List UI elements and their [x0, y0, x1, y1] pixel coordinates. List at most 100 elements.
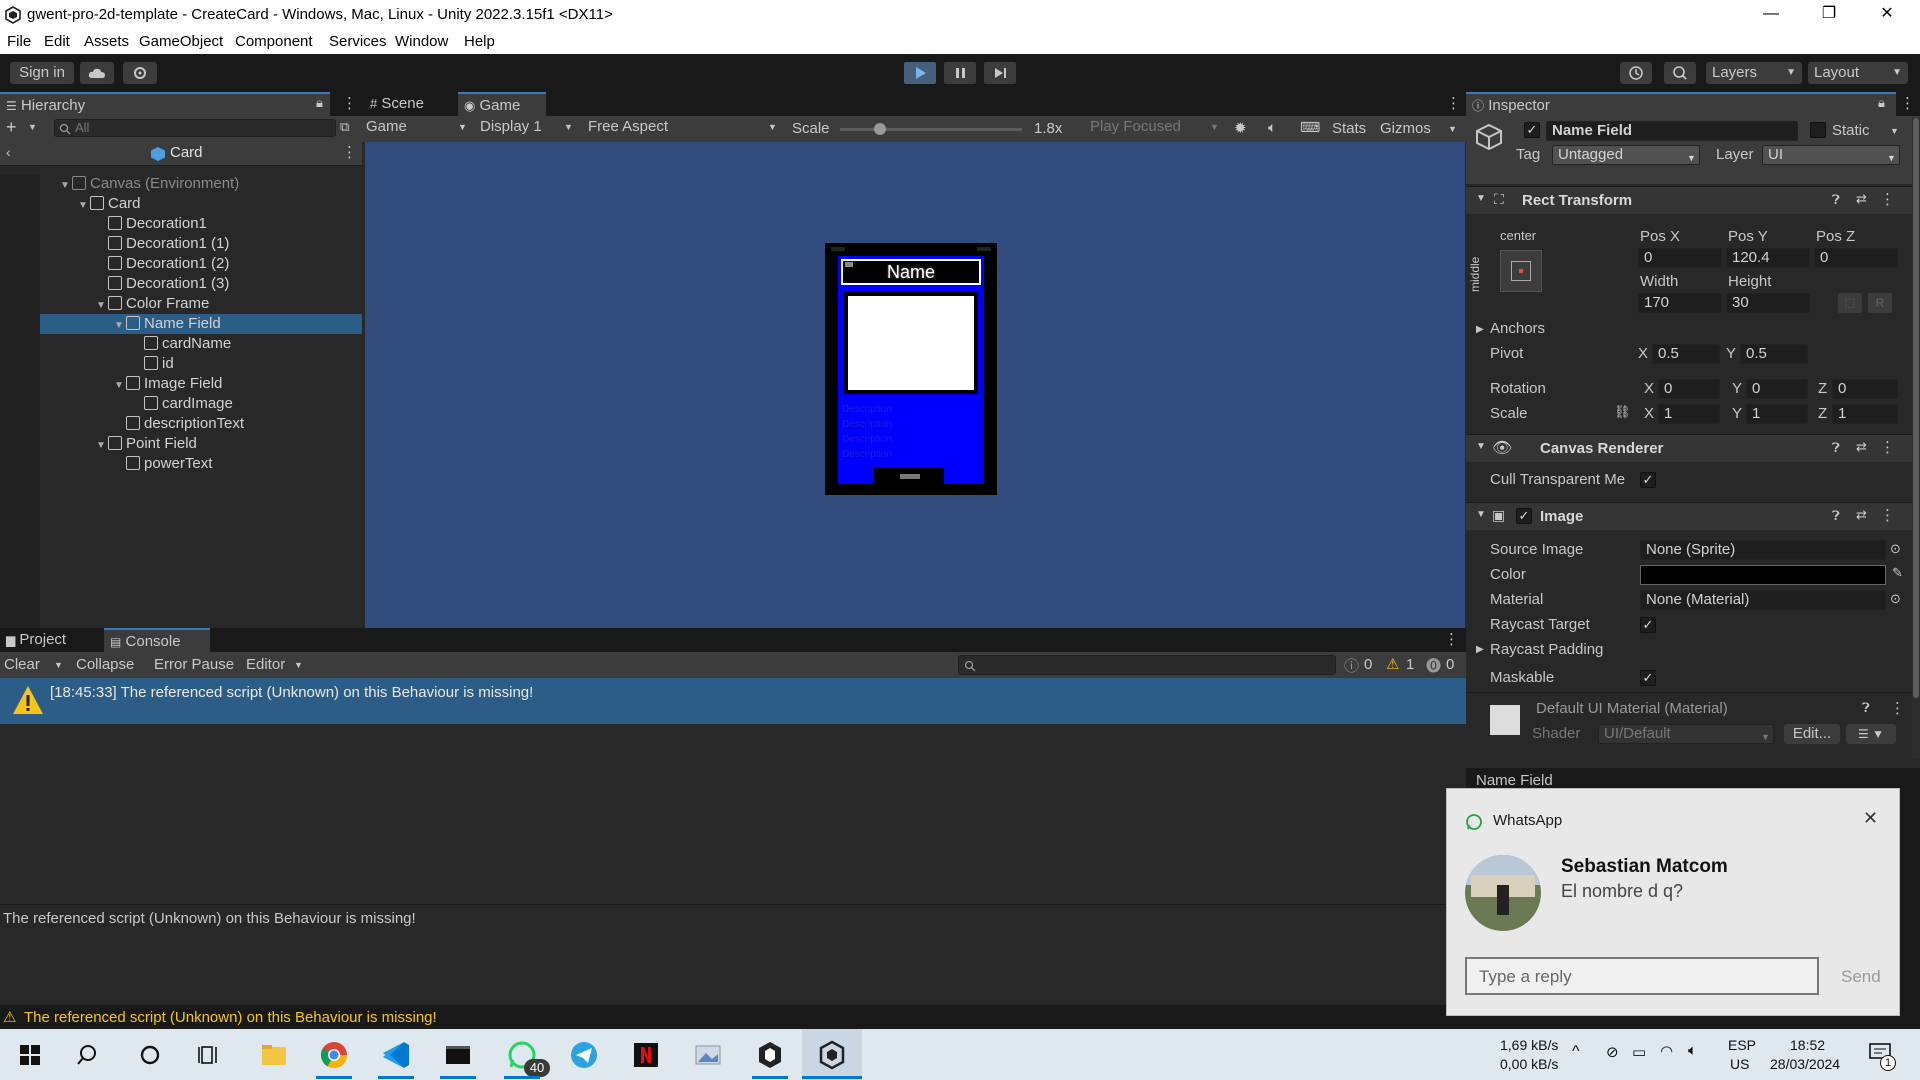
rect-transform-header[interactable]: ▼ ⛶ Rect Transform ❓︎ ⇄ ⋮ — [1466, 186, 1920, 214]
hierarchy-item[interactable]: powerText — [0, 454, 362, 474]
chevron-down-icon[interactable]: ▼ — [28, 122, 37, 132]
hierarchy-item[interactable]: descriptionText — [0, 414, 362, 434]
object-name-field[interactable]: Name Field — [1546, 121, 1798, 141]
menu-window[interactable]: Window — [395, 33, 448, 50]
hierarchy-item[interactable]: Decoration1 (2) — [0, 254, 362, 274]
menu-file[interactable]: File — [7, 33, 31, 50]
tray-chevron-up-icon[interactable]: ^ — [1572, 1043, 1580, 1061]
search-button[interactable] — [1664, 62, 1696, 84]
tab-scene[interactable]: # Scene — [364, 92, 456, 116]
chevron-down-icon[interactable]: ▼ — [1448, 124, 1457, 134]
pos-y-field[interactable]: 120.4 — [1726, 248, 1810, 268]
expand-arrow-icon[interactable]: ▼ — [96, 296, 108, 316]
tab-hierarchy[interactable]: ☰ Hierarchy — [0, 92, 330, 116]
material-field[interactable]: None (Material) — [1640, 590, 1886, 610]
raycast-target-checkbox[interactable]: ✓ — [1640, 617, 1656, 633]
file-explorer-icon[interactable] — [256, 1037, 292, 1073]
console-search-input[interactable] — [958, 655, 1336, 675]
menu-services[interactable]: Services — [329, 33, 387, 50]
error-count-icon[interactable]: ⓿ — [1426, 655, 1441, 676]
active-checkbox[interactable]: ✓ — [1524, 122, 1540, 138]
sync-icon[interactable]: ⊘ — [1606, 1043, 1619, 1061]
height-field[interactable]: 30 — [1726, 293, 1810, 313]
console-entry[interactable]: [18:45:33] The referenced script (Unknow… — [0, 678, 1466, 724]
unity-editor-taskbar-item[interactable] — [802, 1029, 862, 1080]
help-icon[interactable]: ❓︎ — [1832, 440, 1840, 456]
menu-gameobject[interactable]: GameObject — [139, 33, 223, 50]
static-checkbox[interactable] — [1810, 122, 1826, 138]
object-picker-icon[interactable]: ⊙ — [1890, 541, 1901, 557]
tab-project[interactable]: ▆ Project — [0, 628, 104, 652]
blueprint-button[interactable]: ⬚ — [1838, 293, 1862, 313]
more-options-icon[interactable]: ⋮ — [1890, 699, 1905, 717]
telegram-icon[interactable] — [566, 1037, 602, 1073]
chevron-down-icon[interactable]: ▼ — [294, 660, 303, 670]
scrollbar-thumb[interactable] — [1913, 118, 1919, 698]
expand-arrow-icon[interactable]: ▼ — [114, 316, 126, 336]
hierarchy-item[interactable]: cardName — [0, 334, 362, 354]
pivot-y-field[interactable]: 0.5 — [1740, 344, 1808, 364]
hierarchy-item[interactable]: ▼ Color Frame — [0, 294, 362, 314]
clock-time[interactable]: 18:52 — [1790, 1037, 1825, 1053]
rot-y-field[interactable]: 0 — [1746, 379, 1808, 399]
help-icon[interactable]: ❓︎ — [1832, 508, 1840, 524]
anchors-label[interactable]: Anchors — [1490, 320, 1545, 337]
preset-icon[interactable]: ⇄ — [1856, 439, 1867, 455]
canvas-renderer-header[interactable]: ▼ 👁︎ Canvas Renderer ❓︎ ⇄ ⋮ — [1466, 434, 1920, 462]
preset-icon[interactable]: ⇄ — [1856, 507, 1867, 523]
hierarchy-item[interactable]: ▼ Image Field — [0, 374, 362, 394]
chevron-right-icon[interactable]: ▶ — [1476, 644, 1484, 655]
hierarchy-item[interactable]: ▼ Name Field — [0, 314, 362, 334]
shader-options-button[interactable]: ☰ ▼ — [1846, 724, 1896, 744]
chrome-icon[interactable] — [316, 1037, 352, 1073]
more-options-icon[interactable]: ⋮ — [1880, 190, 1895, 208]
more-options-icon[interactable]: ⋮ — [1900, 94, 1915, 112]
expand-arrow-icon[interactable]: ▼ — [114, 376, 126, 396]
play-focused-dropdown[interactable]: Play Focused ▼ — [1090, 118, 1226, 140]
wifi-icon[interactable]: ◠ — [1660, 1042, 1673, 1060]
cull-transparent-checkbox[interactable]: ✓ — [1640, 472, 1656, 488]
collab-button[interactable] — [123, 62, 157, 84]
scale-z-field[interactable]: 1 — [1832, 404, 1898, 424]
keyboard-icon[interactable]: ⌨ — [1300, 119, 1320, 136]
scale-x-field[interactable]: 1 — [1658, 404, 1720, 424]
pause-button[interactable] — [944, 62, 976, 84]
source-image-field[interactable]: None (Sprite) — [1640, 540, 1886, 560]
hierarchy-item[interactable]: Decoration1 (3) — [0, 274, 362, 294]
unity-hub-icon[interactable] — [752, 1037, 788, 1073]
add-icon[interactable]: + — [6, 117, 17, 138]
tab-game[interactable]: ◉ Game — [458, 92, 546, 116]
more-options-icon[interactable]: ⋮ — [342, 143, 357, 161]
image-viewer-icon[interactable] — [690, 1037, 726, 1073]
hierarchy-item[interactable]: ▼ Point Field — [0, 434, 362, 454]
step-button[interactable] — [984, 62, 1016, 84]
raycast-padding-label[interactable]: Raycast Padding — [1490, 641, 1603, 658]
raw-edit-button[interactable]: R — [1868, 293, 1892, 313]
pos-x-field[interactable]: 0 — [1638, 248, 1722, 268]
maskable-checkbox[interactable]: ✓ — [1640, 670, 1656, 686]
help-icon[interactable]: ❓︎ — [1862, 700, 1870, 716]
battery-icon[interactable]: ▭ — [1632, 1043, 1646, 1061]
hierarchy-item[interactable]: cardImage — [0, 394, 362, 414]
expand-arrow-icon[interactable]: ▼ — [96, 436, 108, 456]
volume-icon[interactable]: 🔈︎ — [1688, 1042, 1697, 1059]
hierarchy-item[interactable]: ▼ Card — [0, 194, 362, 214]
layers-dropdown[interactable]: Layers ▼ — [1706, 62, 1802, 84]
maximize-button[interactable]: ❐ — [1800, 0, 1858, 30]
help-icon[interactable]: ❓︎ — [1832, 192, 1840, 208]
warning-count-icon[interactable]: ⚠ — [1386, 655, 1399, 673]
history-button[interactable] — [1620, 62, 1652, 84]
hierarchy-item[interactable]: ▼ Canvas (Environment) — [0, 174, 362, 194]
sign-in-button[interactable]: Sign in — [10, 62, 74, 84]
shader-dropdown[interactable]: UI/Default ▼ — [1598, 724, 1774, 744]
rot-x-field[interactable]: 0 — [1658, 379, 1720, 399]
whatsapp-notification[interactable]: WhatsApp ✕ Sebastian Matcom El nombre d … — [1446, 788, 1900, 1016]
anchor-presets-button[interactable] — [1500, 250, 1542, 292]
display-dropdown[interactable]: Display 1 ▼ — [480, 118, 578, 140]
width-field[interactable]: 170 — [1638, 293, 1722, 313]
vscode-icon[interactable] — [378, 1037, 414, 1073]
info-count-icon[interactable]: ⓘ — [1344, 655, 1359, 676]
tab-inspector[interactable]: ⓘ Inspector — [1466, 92, 1896, 116]
close-button[interactable]: ✕ — [1858, 0, 1916, 30]
scale-slider[interactable] — [840, 123, 1022, 135]
